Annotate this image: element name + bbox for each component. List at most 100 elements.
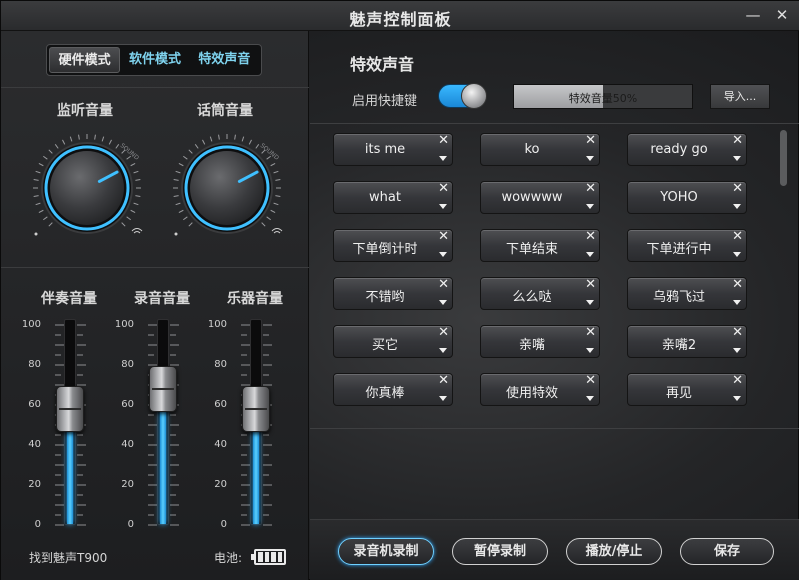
effect-button[interactable]: 你真棒 ✕ (333, 373, 453, 406)
tab-effects-mode[interactable]: 特效声音 (190, 47, 259, 73)
effect-button[interactable]: ready go ✕ (627, 133, 747, 166)
remove-icon[interactable]: ✕ (585, 230, 596, 243)
play-stop-button[interactable]: 播放/停止 (566, 538, 662, 565)
minimize-icon[interactable]: — (743, 5, 763, 25)
effect-button[interactable]: 买它 ✕ (333, 325, 453, 358)
effect-label: ko (524, 142, 540, 157)
effect-label: 乌鸦飞过 (652, 290, 705, 305)
dropdown-arrow-icon[interactable] (733, 204, 741, 209)
dropdown-arrow-icon[interactable] (586, 300, 594, 305)
slider-track (157, 319, 169, 525)
effect-label: 下单结束 (505, 242, 558, 257)
dropdown-arrow-icon[interactable] (439, 348, 447, 353)
remove-icon[interactable]: ✕ (732, 326, 743, 339)
remove-icon[interactable]: ✕ (438, 182, 449, 195)
remove-icon[interactable]: ✕ (585, 374, 596, 387)
effect-button[interactable]: 么么哒 ✕ (480, 277, 600, 310)
pause-record-button[interactable]: 暂停录制 (452, 538, 548, 565)
remove-icon[interactable]: ✕ (585, 278, 596, 291)
tab-hardware-mode[interactable]: 硬件模式 (49, 47, 121, 73)
knob-graphic: SOUND (173, 134, 283, 236)
effect-button[interactable]: YOHO ✕ (627, 181, 747, 214)
effect-button[interactable]: 亲嘴 ✕ (480, 325, 600, 358)
app-window: 魅声控制面板 — ✕ 硬件模式 软件模式 特效声音 监听音量 话筒音量 SOUN… (0, 0, 799, 580)
left-panel: 硬件模式 软件模式 特效声音 监听音量 话筒音量 SOUND SOUND 伴奏音… (1, 31, 309, 580)
remove-icon[interactable]: ✕ (585, 182, 596, 195)
record-volume-label: 录音音量 (134, 291, 190, 307)
effect-button[interactable]: 乌鸦飞过 ✕ (627, 277, 747, 310)
remove-icon[interactable]: ✕ (438, 374, 449, 387)
tab-software-mode[interactable]: 软件模式 (120, 47, 189, 73)
accompaniment-volume-slider[interactable]: 100 80 60 40 20 0 (15, 319, 95, 530)
dropdown-arrow-icon[interactable] (586, 396, 594, 401)
dropdown-arrow-icon[interactable] (733, 156, 741, 161)
effect-label: 下单倒计时 (352, 242, 418, 257)
effect-volume-text: 特效音量50% (568, 92, 638, 105)
hotkey-toggle[interactable] (438, 83, 487, 109)
dropdown-arrow-icon[interactable] (439, 252, 447, 257)
remove-icon[interactable]: ✕ (438, 230, 449, 243)
import-button[interactable]: 导入... (710, 84, 770, 109)
slider-handle[interactable] (242, 386, 270, 432)
toggle-knob (461, 83, 487, 109)
remove-icon[interactable]: ✕ (732, 134, 743, 147)
monitor-volume-label: 监听音量 (57, 103, 113, 119)
effect-label: 再见 (665, 386, 692, 401)
dropdown-arrow-icon[interactable] (586, 156, 594, 161)
dropdown-arrow-icon[interactable] (733, 396, 741, 401)
effect-label: 下单进行中 (646, 242, 712, 257)
effect-volume-bar[interactable]: 特效音量50% (513, 84, 693, 109)
instrument-volume-slider[interactable]: 100 80 60 40 20 0 (201, 319, 281, 530)
dropdown-arrow-icon[interactable] (439, 396, 447, 401)
effects-title: 特效声音 (350, 55, 415, 74)
effect-button[interactable]: its me ✕ (333, 133, 453, 166)
effect-label: 使用特效 (505, 386, 558, 401)
divider (1, 87, 309, 88)
knob-graphic: SOUND (33, 134, 143, 236)
effect-button[interactable]: 下单倒计时 ✕ (333, 229, 453, 262)
remove-icon[interactable]: ✕ (438, 326, 449, 339)
effect-button[interactable]: ko ✕ (480, 133, 600, 166)
remove-icon[interactable]: ✕ (732, 278, 743, 291)
dropdown-arrow-icon[interactable] (439, 204, 447, 209)
remove-icon[interactable]: ✕ (732, 230, 743, 243)
battery-icon (251, 549, 286, 565)
title-bar: 魅声控制面板 — ✕ (1, 1, 799, 31)
dropdown-arrow-icon[interactable] (733, 300, 741, 305)
remove-icon[interactable]: ✕ (585, 134, 596, 147)
effect-button[interactable]: wowwww ✕ (480, 181, 600, 214)
monitor-volume-knob[interactable]: SOUND (28, 128, 146, 246)
action-bar: 录音机录制 暂停录制 播放/停止 保存 (310, 519, 799, 580)
effect-button[interactable]: 使用特效 ✕ (480, 373, 600, 406)
recorder-record-button[interactable]: 录音机录制 (338, 538, 434, 565)
effect-button[interactable]: 下单进行中 ✕ (627, 229, 747, 262)
window-title: 魅声控制面板 (349, 10, 452, 29)
slider-handle[interactable] (149, 366, 177, 412)
remove-icon[interactable]: ✕ (438, 134, 449, 147)
effect-button[interactable]: 下单结束 ✕ (480, 229, 600, 262)
effect-button[interactable]: 不错哟 ✕ (333, 277, 453, 310)
record-volume-slider[interactable]: 100 80 60 40 20 0 (108, 319, 188, 530)
remove-icon[interactable]: ✕ (585, 326, 596, 339)
dropdown-arrow-icon[interactable] (439, 300, 447, 305)
dropdown-arrow-icon[interactable] (439, 156, 447, 161)
remove-icon[interactable]: ✕ (438, 278, 449, 291)
slider-handle[interactable] (56, 386, 84, 432)
close-icon[interactable]: ✕ (772, 5, 792, 25)
remove-icon[interactable]: ✕ (732, 182, 743, 195)
effect-label: 你真棒 (365, 386, 405, 401)
effect-label: 不错哟 (365, 290, 405, 305)
effect-button[interactable]: what ✕ (333, 181, 453, 214)
effect-label: 亲嘴2 (661, 338, 697, 353)
dropdown-arrow-icon[interactable] (733, 252, 741, 257)
dropdown-arrow-icon[interactable] (586, 252, 594, 257)
scrollbar[interactable] (780, 130, 787, 186)
dropdown-arrow-icon[interactable] (586, 348, 594, 353)
effect-button[interactable]: 再见 ✕ (627, 373, 747, 406)
save-button[interactable]: 保存 (680, 538, 774, 565)
effect-button[interactable]: 亲嘴2 ✕ (627, 325, 747, 358)
remove-icon[interactable]: ✕ (732, 374, 743, 387)
dropdown-arrow-icon[interactable] (733, 348, 741, 353)
mic-volume-knob[interactable]: SOUND (168, 128, 286, 246)
dropdown-arrow-icon[interactable] (586, 204, 594, 209)
